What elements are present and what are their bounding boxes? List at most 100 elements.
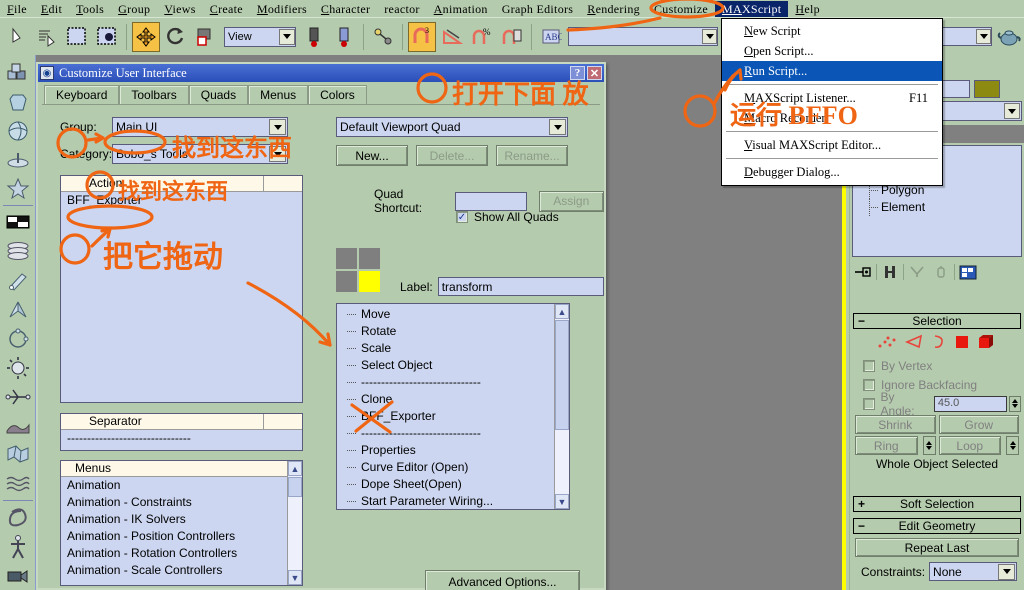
- show-end-result-icon[interactable]: [879, 262, 901, 282]
- menu-customize[interactable]: Customize: [647, 1, 715, 17]
- menu-edit[interactable]: Edit: [34, 1, 69, 17]
- menus-list-item[interactable]: Animation: [61, 477, 302, 494]
- quad-shortcut-field[interactable]: [455, 191, 527, 211]
- menu-group[interactable]: Group: [111, 1, 157, 17]
- menu-rendering[interactable]: Rendering: [580, 1, 647, 17]
- tab-toolbars[interactable]: Toolbars: [119, 85, 189, 104]
- customize-user-interface-dialog[interactable]: ◉ Customize User Interface ? ✕ Keyboard T…: [36, 62, 606, 590]
- vertex-icon[interactable]: [877, 334, 897, 355]
- select-by-name-icon[interactable]: [33, 22, 61, 52]
- by-angle-checkbox[interactable]: [863, 397, 875, 410]
- tab-colors[interactable]: Colors: [308, 85, 367, 104]
- mesher-icon[interactable]: [2, 440, 34, 469]
- quad-item[interactable]: Clone: [347, 391, 569, 408]
- remove-modifier-icon[interactable]: [930, 262, 952, 282]
- select-and-move-icon[interactable]: [132, 21, 160, 52]
- snap-toggle-icon[interactable]: 3: [408, 21, 436, 52]
- show-all-quads-row[interactable]: ✓ Show All Quads: [456, 210, 559, 224]
- reference-coordinate-system-combo[interactable]: View: [224, 26, 296, 47]
- constraints-combo[interactable]: None: [929, 562, 1018, 581]
- configure-modifier-sets-icon[interactable]: [957, 262, 979, 282]
- menu-animation[interactable]: Animation: [427, 1, 495, 17]
- scroll-up-icon[interactable]: ▲: [288, 461, 302, 476]
- menu-character[interactable]: Character: [314, 1, 377, 17]
- angle-snap-icon[interactable]: [438, 22, 466, 52]
- extended-primitives-icon[interactable]: [2, 87, 34, 116]
- by-angle-spinner[interactable]: [1008, 395, 1022, 412]
- windows-icon[interactable]: [2, 237, 34, 266]
- quad-item[interactable]: Start Parameter Wiring...: [347, 493, 569, 510]
- doors-icon[interactable]: [2, 208, 34, 237]
- by-vertex-checkbox[interactable]: [863, 359, 875, 372]
- assign-button[interactable]: Assign: [538, 190, 604, 212]
- scrollbar-thumb[interactable]: [555, 320, 569, 430]
- scroll-up-icon[interactable]: ▲: [555, 304, 569, 319]
- quad-items-scrollbar[interactable]: ▲ ▼: [554, 304, 569, 509]
- menus-list-item[interactable]: Animation - IK Solvers: [61, 511, 302, 528]
- camera-icon[interactable]: [2, 561, 34, 590]
- quad-item[interactable]: Scale: [347, 340, 569, 357]
- menus-scrollbar[interactable]: ▲ ▼: [287, 461, 302, 585]
- ring-spinner[interactable]: [922, 436, 936, 455]
- chevron-down-icon[interactable]: [549, 119, 566, 135]
- quad-item[interactable]: Dope Sheet(Open): [347, 476, 569, 493]
- separator-item[interactable]: -------------------------------: [61, 430, 302, 447]
- chevron-down-icon[interactable]: [279, 28, 295, 45]
- terrain-icon[interactable]: [2, 411, 34, 440]
- quad-item[interactable]: Properties: [347, 442, 569, 459]
- shrink-button[interactable]: Shrink: [855, 415, 936, 434]
- advanced-options-button[interactable]: Advanced Options...: [425, 570, 580, 590]
- new-button[interactable]: New...: [336, 145, 408, 166]
- quad-preview-grid[interactable]: [336, 248, 380, 292]
- scrollbar-thumb[interactable]: [288, 477, 302, 497]
- select-and-scale-icon[interactable]: [192, 22, 220, 52]
- stairs-icon[interactable]: [2, 266, 34, 295]
- compound-objects-icon[interactable]: [2, 116, 34, 145]
- menu-modifiers[interactable]: Modifiers: [250, 1, 314, 17]
- walls-icon[interactable]: [2, 295, 34, 324]
- menu-item-maxscript-listener[interactable]: MAXScript Listener... F11: [722, 88, 942, 108]
- border-icon[interactable]: [931, 334, 947, 355]
- menu-item-new-script[interactable]: New Script: [722, 21, 942, 41]
- modifier-stack-item[interactable]: Element: [867, 198, 1021, 216]
- tab-keyboard[interactable]: Keyboard: [44, 85, 120, 104]
- menus-list-item[interactable]: Animation - Scale Controllers: [61, 562, 302, 579]
- quad-item[interactable]: Move: [347, 306, 569, 323]
- menus-list-item[interactable]: Animation - Position Controllers: [61, 528, 302, 545]
- patch-grids-icon[interactable]: [2, 174, 34, 203]
- quad-item-separator[interactable]: ------------------------------: [347, 425, 569, 442]
- quad-cell-top-left[interactable]: [336, 248, 357, 269]
- spinner-snap-icon[interactable]: [498, 22, 526, 52]
- quad-item[interactable]: Select Object: [347, 357, 569, 374]
- chevron-down-icon[interactable]: [269, 146, 286, 162]
- dialog-titlebar[interactable]: ◉ Customize User Interface ? ✕: [38, 64, 604, 82]
- delete-button[interactable]: Delete...: [416, 145, 488, 166]
- menu-item-debugger-dialog[interactable]: Debugger Dialog...: [722, 162, 942, 182]
- water-icon[interactable]: [2, 469, 34, 498]
- menu-item-open-script[interactable]: Open Script...: [722, 41, 942, 61]
- edge-icon[interactable]: [904, 334, 924, 355]
- pin-stack-icon[interactable]: [852, 262, 874, 282]
- ignore-backfacing-checkbox[interactable]: [863, 378, 875, 391]
- quad-cell-top-right[interactable]: [359, 248, 380, 269]
- action-listbox[interactable]: Action BFF_Exporter: [60, 175, 303, 403]
- ring-button[interactable]: Ring: [855, 436, 918, 455]
- chevron-down-icon[interactable]: [269, 119, 286, 135]
- loop-spinner[interactable]: [1006, 436, 1019, 455]
- chevron-down-icon[interactable]: [998, 563, 1016, 580]
- rename-button[interactable]: Rename...: [496, 145, 568, 166]
- quad-cell-bottom-left[interactable]: [336, 271, 357, 292]
- by-angle-row[interactable]: By Angle: 45.0: [853, 390, 1022, 418]
- maxscript-dropdown-menu[interactable]: New Script Open Script... Run Script... MAX…: [721, 18, 943, 186]
- quad-item[interactable]: Curve Editor (Open): [347, 459, 569, 476]
- group-combo[interactable]: Main UI: [112, 117, 288, 137]
- quad-item[interactable]: BFF_Exporter: [347, 408, 569, 425]
- undo-icon[interactable]: [3, 22, 31, 52]
- percent-snap-icon[interactable]: %: [468, 22, 496, 52]
- menus-list-item[interactable]: Animation - Constraints: [61, 494, 302, 511]
- standard-primitives-icon[interactable]: [2, 58, 34, 87]
- by-angle-field[interactable]: 45.0: [933, 395, 1007, 412]
- menu-create[interactable]: Create: [203, 1, 250, 17]
- quick-render-teapot-icon[interactable]: [995, 22, 1023, 52]
- menu-views[interactable]: Views: [157, 1, 202, 17]
